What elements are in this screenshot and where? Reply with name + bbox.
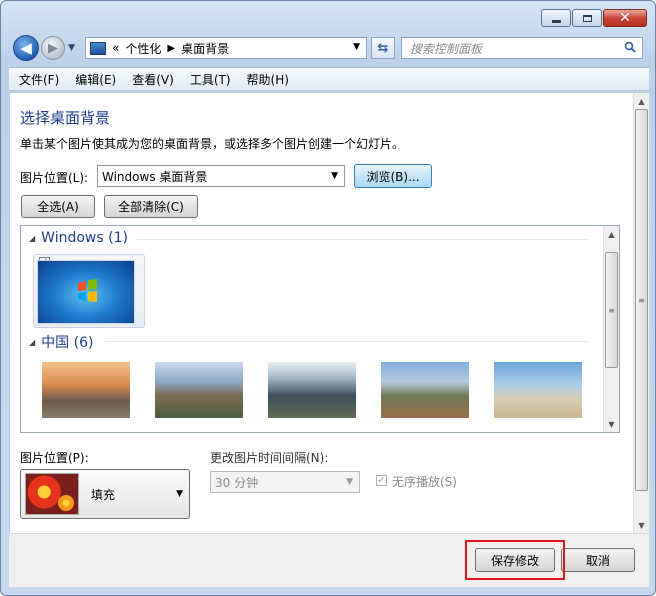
wallpaper-list-scrollbar[interactable]: ▲ ≡ ▼: [603, 226, 619, 432]
search-input[interactable]: 搜索控制面板: [401, 37, 643, 59]
forward-button[interactable]: ▶: [41, 36, 65, 60]
minimize-button[interactable]: [541, 9, 571, 27]
group-label-china: 中国 (6): [41, 335, 94, 351]
picture-position-label: 图片位置(P):: [20, 451, 89, 465]
menu-bar: 文件(F) 编辑(E) 查看(V) 工具(T) 帮助(H): [9, 67, 649, 91]
wallpaper-thumbnail-china-3[interactable]: [268, 362, 356, 418]
navigation-buttons: ◀ ▶ ▼: [13, 35, 75, 61]
group-header-windows[interactable]: ◢ Windows (1): [29, 230, 587, 246]
page-description: 单击某个图片使其成为您的桌面背景，或选择多个图片创建一个幻灯片。: [20, 137, 405, 151]
refresh-button[interactable]: ⇆: [371, 37, 395, 59]
recent-pages-dropdown-icon[interactable]: ▼: [68, 43, 75, 53]
chevron-down-icon: ▼: [346, 477, 353, 487]
caption-buttons: ✕: [541, 9, 647, 27]
picture-location-label: 图片位置(L):: [20, 171, 89, 185]
interval-select[interactable]: 30 分钟 ▼: [210, 471, 360, 493]
picture-location-select[interactable]: Windows 桌面背景 ▼: [97, 165, 345, 187]
position-preview-flower-icon: [25, 473, 79, 515]
scroll-down-icon[interactable]: ▼: [604, 416, 619, 432]
windows-wallpaper-thumbnail: [37, 260, 135, 324]
breadcrumb-separator-icon[interactable]: ▶: [167, 43, 175, 54]
breadcrumb-item-desktop-background[interactable]: 桌面背景: [181, 40, 229, 57]
search-placeholder: 搜索控制面板: [410, 41, 483, 56]
wallpaper-thumbnail-china-5[interactable]: [494, 362, 582, 418]
wallpaper-thumbnail-china-4[interactable]: [381, 362, 469, 418]
menu-help[interactable]: 帮助(H): [241, 71, 295, 88]
maximize-icon: [582, 14, 592, 22]
shuffle-label: 无序播放(S): [392, 475, 457, 489]
scroll-up-icon[interactable]: ▲: [604, 226, 619, 242]
control-panel-window: ✕ ◀ ▶ ▼ « 个性化 ▶ 桌面背景 ▼ ⇆ 搜索控制面板 文件(F) 编辑…: [0, 0, 656, 596]
minimize-icon: [551, 19, 561, 23]
windows-logo-icon: [78, 279, 97, 302]
select-all-button[interactable]: 全选(A): [21, 195, 95, 218]
picture-position-value: 填充: [91, 487, 116, 502]
content-scrollbar[interactable]: ▲ ≡ ▼: [633, 93, 649, 533]
position-preview-secondary-flower: [58, 495, 74, 511]
interval-label: 更改图片时间间隔(N):: [210, 451, 329, 465]
scrollbar-thumb[interactable]: ≡: [605, 252, 618, 368]
refresh-icon: ⇆: [377, 40, 389, 56]
menu-view[interactable]: 查看(V): [126, 71, 180, 88]
collapse-triangle-icon: ◢: [29, 233, 36, 243]
search-icon[interactable]: [624, 41, 636, 53]
menu-tools[interactable]: 工具(T): [184, 71, 237, 88]
breadcrumb-item-personalization[interactable]: 个性化: [125, 40, 161, 57]
dialog-footer: 保存修改 取消: [9, 533, 649, 587]
group-label-windows: Windows (1): [41, 230, 128, 246]
back-button[interactable]: ◀: [13, 35, 39, 61]
address-dropdown-icon[interactable]: ▼: [353, 42, 360, 52]
address-bar[interactable]: « 个性化 ▶ 桌面背景 ▼: [85, 37, 367, 59]
group-header-china[interactable]: ◢ 中国 (6): [29, 332, 587, 352]
picture-position-select[interactable]: 填充 ▼: [20, 469, 190, 519]
page-title: 选择桌面背景: [20, 109, 111, 127]
close-icon: ✕: [619, 10, 631, 26]
menu-file[interactable]: 文件(F): [13, 71, 65, 88]
group-divider: [105, 341, 587, 342]
wallpaper-list: ◢ Windows (1) ✓ ◢ 中国 (6) ▲ ≡: [20, 225, 620, 433]
breadcrumb-overflow[interactable]: «: [112, 41, 119, 55]
cancel-button[interactable]: 取消: [561, 548, 635, 572]
scroll-up-icon[interactable]: ▲: [634, 93, 649, 109]
shuffle-checkbox[interactable]: ✓: [376, 475, 387, 486]
clear-all-button[interactable]: 全部清除(C): [104, 195, 198, 218]
group-divider: [137, 239, 587, 240]
wallpaper-thumbnail-china-2[interactable]: [155, 362, 243, 418]
collapse-triangle-icon: ◢: [29, 337, 36, 347]
back-arrow-icon: ◀: [20, 39, 32, 57]
picture-location-value: Windows 桌面背景: [102, 169, 208, 184]
content-scrollbar-thumb[interactable]: ≡: [635, 109, 648, 491]
scroll-down-icon[interactable]: ▼: [634, 517, 649, 533]
control-panel-icon: [90, 41, 106, 55]
forward-arrow-icon: ▶: [48, 40, 58, 56]
wallpaper-thumbnail-china-1[interactable]: [42, 362, 130, 418]
highlight-annotation-box: [465, 540, 565, 580]
maximize-button[interactable]: [572, 9, 602, 27]
interval-value: 30 分钟: [215, 475, 259, 490]
browse-button[interactable]: 浏览(B)...: [354, 164, 432, 188]
content-pane: 选择桌面背景 单击某个图片使其成为您的桌面背景，或选择多个图片创建一个幻灯片。 …: [9, 93, 649, 533]
menu-edit[interactable]: 编辑(E): [69, 71, 122, 88]
close-button[interactable]: ✕: [603, 9, 647, 27]
chevron-down-icon: ▼: [176, 489, 183, 499]
chevron-down-icon: ▼: [331, 171, 338, 181]
